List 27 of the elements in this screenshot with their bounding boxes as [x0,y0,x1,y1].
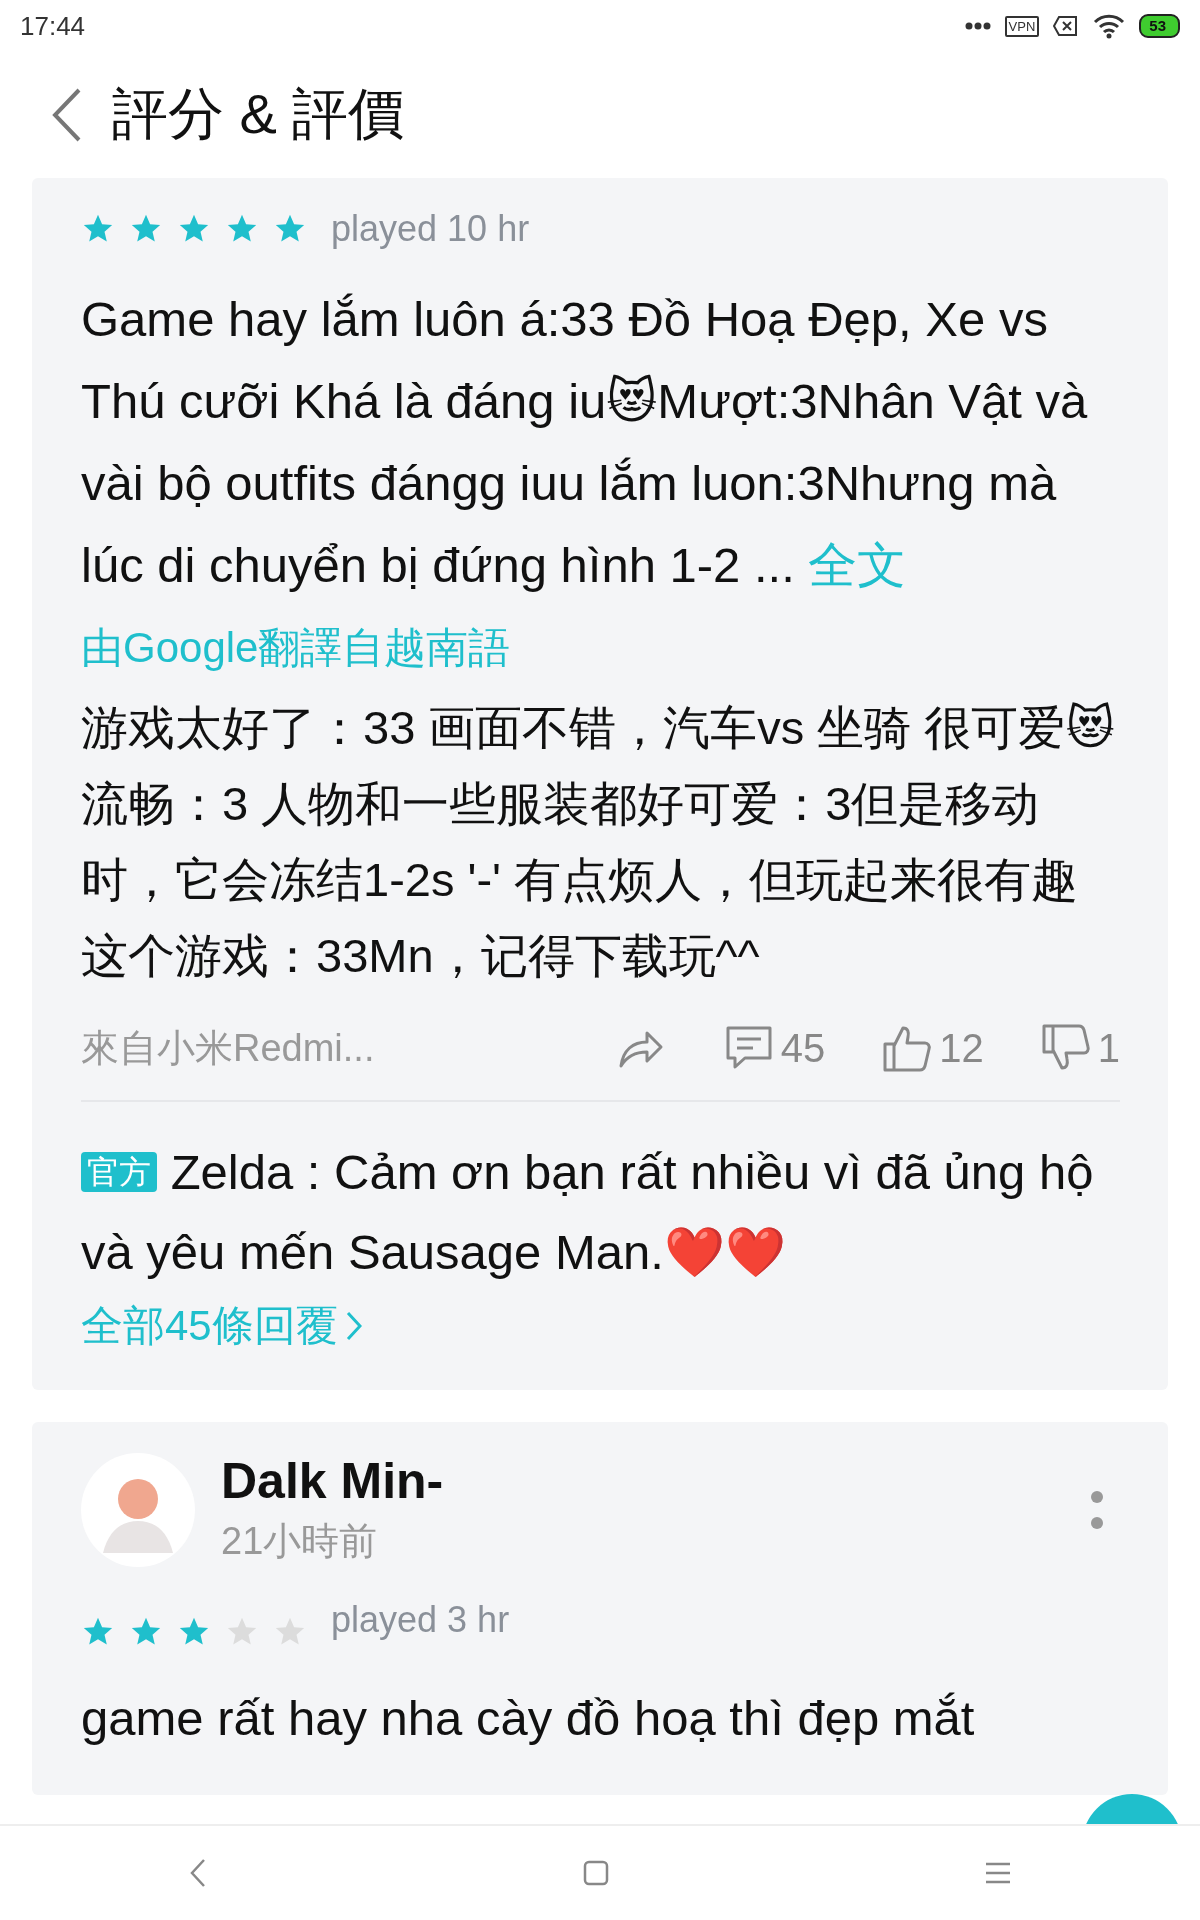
full-text-link[interactable]: 全文 [808,538,907,592]
comment-count: 45 [780,1025,826,1071]
more-icon [964,22,991,30]
device-label: 來自小米Redmi... [81,1025,376,1071]
avatar[interactable] [81,1452,195,1567]
playtime-label: played 10 hr [331,208,530,250]
review-time: 21小時前 [221,1519,379,1564]
page-title: 評分 & 評價 [112,81,405,147]
chevron-right-icon [345,1311,362,1341]
translation-note: 由Google翻譯自越南語 [81,623,512,673]
vpn-icon: VPN [1004,15,1040,37]
status-time: 17:44 [20,10,86,42]
battery-icon: 53 [1139,14,1180,38]
wifi-icon [1093,13,1126,39]
official-badge: 官方 [81,1152,157,1192]
back-icon[interactable] [52,88,82,142]
review-text: Game hay lắm luôn á:33 Đồ Hoạ Đẹp, Xe vs Thú cưỡi Khá là đáng iu😻Mượt:3Nhân Vật và vài bộ outfits đángg iuu lắm luon:3Nhưng mà lúc di chuyển bị đứng hình 1-2 ... 全文 [81,291,1089,594]
review-text: game rất hay nha cày đồ hoạ thì đẹp mắt [81,1690,976,1747]
all-replies-link[interactable]: 全部45條回覆 [81,1298,362,1354]
like-count: 12 [939,1025,984,1071]
dislike-count: 1 [1097,1025,1120,1071]
author-name: Dalk Min- [221,1452,445,1510]
translated-text: 游戏太好了：33 画面不错，汽车vs 坐骑 很可爱😻流畅：3 人物和一些服装都好可爱：3但是移动时，它会冻结1-2s '-' 有点烦人，但玩起来很有趣这个游戏：33Mn，记得下载玩^^ [81,700,1116,984]
more-options-icon[interactable] [1090,1489,1104,1530]
home-icon[interactable] [583,1860,609,1886]
playtime-label: played 3 hr [331,1599,510,1641]
menu-icon[interactable] [984,1861,1013,1885]
